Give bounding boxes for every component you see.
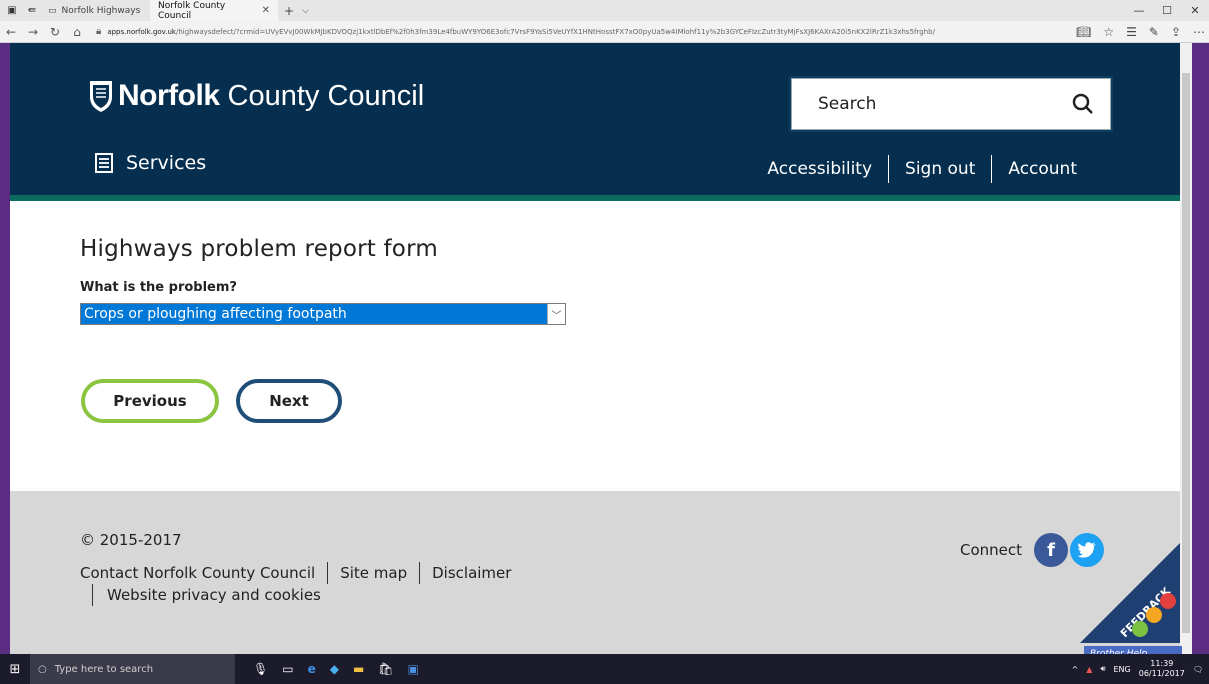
divider [419, 562, 421, 584]
volume-icon[interactable]: 🔊︎ [1100, 664, 1105, 674]
more-icon[interactable]: ⋯ [1193, 25, 1205, 39]
privacy-link[interactable]: Website privacy and cookies [107, 586, 321, 604]
reading-view-icon[interactable]: 📖︎ [1076, 25, 1091, 39]
header-accent-stripe [10, 195, 1180, 201]
sign-out-link[interactable]: Sign out [905, 159, 975, 179]
sad-face-icon[interactable] [1160, 593, 1176, 609]
account-link[interactable]: Account [1008, 159, 1077, 179]
page-viewport: Norfolk County Council Search Services A… [10, 43, 1180, 654]
connect-label: Connect [960, 541, 1023, 559]
people-icon[interactable]: ◆ [330, 662, 339, 676]
tab-manager-icon[interactable]: ▣ [4, 5, 20, 16]
close-window-button[interactable]: ✕ [1181, 0, 1209, 21]
neutral-face-icon[interactable] [1146, 607, 1162, 623]
url-path: /highwaysdefect/?crmid=UVyEVvJ00WkMJbKDV… [176, 27, 935, 36]
search-icon[interactable] [1072, 93, 1094, 115]
forward-button[interactable]: → [22, 25, 44, 39]
windows-start-icon[interactable]: ⊞ [0, 662, 30, 677]
network-icon[interactable]: ▲ [1086, 665, 1092, 674]
task-view-icon[interactable]: ▭ [282, 662, 293, 676]
site-map-link[interactable]: Site map [340, 564, 407, 582]
web-note-icon[interactable]: ✎ [1149, 25, 1159, 39]
cortana-circle-icon: ○ [38, 663, 47, 675]
search-placeholder: Search [818, 94, 877, 114]
windows-taskbar: ⊞ ○ Type here to search 🎙︎ ▭ e ◆ ▬ 🛍︎ ▣ … [0, 654, 1209, 684]
home-button[interactable]: ⌂ [66, 25, 88, 39]
chevron-down-icon[interactable]: ﹀ [547, 304, 565, 324]
lock-icon: 🔒︎ [96, 26, 102, 37]
browser-tab-bar: ▣ ⇚ ▭ Norfolk Highways Norfolk County Co… [0, 0, 1209, 21]
facebook-icon[interactable]: f [1034, 533, 1069, 567]
clock-time: 11:39 [1150, 659, 1174, 668]
divider [92, 584, 93, 606]
problem-select[interactable]: Crops or ploughing affecting footpath ﹀ [80, 303, 566, 325]
accessibility-link[interactable]: Accessibility [767, 159, 872, 179]
brand-name: Norfolk [118, 79, 220, 112]
previous-button[interactable]: Previous [81, 379, 219, 423]
site-footer: © 2015-2017 Contact Norfolk County Counc… [10, 491, 1180, 654]
copyright-text: © 2015-2017 [80, 531, 182, 549]
brand-suffix: County Council [227, 79, 425, 112]
page-scrollbar[interactable] [1180, 43, 1192, 654]
tray-chevron-icon[interactable]: ^ [1072, 665, 1079, 674]
tab-label: Norfolk County Council [158, 0, 226, 21]
edge-browser-icon[interactable]: e [308, 662, 316, 676]
next-button[interactable]: Next [236, 379, 342, 423]
site-search-input[interactable]: Search [791, 78, 1111, 130]
norfolk-crest-icon [90, 81, 112, 112]
favorites-hub-icon[interactable]: ☰ [1126, 25, 1137, 39]
problem-question-label: What is the problem? [80, 280, 237, 295]
language-indicator[interactable]: ENG [1113, 665, 1130, 674]
store-icon[interactable]: 🛍︎ [378, 662, 393, 676]
browser-toolbar-right: 📖︎ ☆ ☰ ✎ ⇪ ⋯ [1076, 21, 1205, 43]
divider [327, 562, 329, 584]
site-header: Norfolk County Council Search Services A… [10, 43, 1180, 199]
clock[interactable]: 11:39 06/11/2017 [1139, 659, 1185, 679]
disclaimer-link[interactable]: Disclaimer [432, 564, 511, 582]
services-label: Services [126, 152, 207, 174]
taskbar-search-placeholder: Type here to search [54, 663, 154, 675]
site-logo[interactable]: Norfolk County Council [88, 79, 424, 113]
services-menu[interactable]: Services [94, 152, 206, 174]
tab-norfolk-highways[interactable]: ▭ Norfolk Highways [40, 0, 150, 21]
url-host: apps.norfolk.gov.uk [107, 27, 176, 36]
divider [991, 155, 993, 183]
action-center-icon[interactable]: 🗨︎ [1193, 665, 1203, 674]
close-tab-icon[interactable]: ✕ [262, 5, 270, 16]
happy-face-icon[interactable] [1132, 621, 1148, 637]
feedback-widget[interactable]: FEEDBACK [1070, 543, 1180, 643]
services-menu-icon [95, 153, 113, 173]
page-title: Highways problem report form [80, 236, 438, 262]
minimize-button[interactable]: — [1125, 0, 1153, 21]
window-controls: — ☐ ✕ [1125, 0, 1209, 21]
taskbar-search-input[interactable]: ○ Type here to search [30, 654, 235, 684]
system-tray: ^ ▲ 🔊︎ ENG 11:39 06/11/2017 🗨︎ [1072, 654, 1209, 684]
address-bar-row: ← → ↻ ⌂ 🔒︎ apps.norfolk.gov.uk /highways… [0, 21, 1209, 43]
selected-option: Crops or ploughing affecting footpath [84, 306, 347, 322]
set-aside-tabs-icon[interactable]: ⇚ [24, 5, 40, 16]
refresh-button[interactable]: ↻ [44, 25, 66, 39]
share-icon[interactable]: ⇪ [1171, 25, 1181, 39]
tab-label: Norfolk Highways [61, 5, 141, 16]
maximize-button[interactable]: ☐ [1153, 0, 1181, 21]
tab-norfolk-county-council[interactable]: Norfolk County Council ✕ [150, 0, 278, 21]
contact-link[interactable]: Contact Norfolk County Council [80, 564, 315, 582]
tab-preview-chevron-icon[interactable]: ⌵ [302, 6, 309, 16]
address-input[interactable]: 🔒︎ apps.norfolk.gov.uk /highwaysdefect/?… [96, 23, 996, 41]
divider [888, 155, 890, 183]
scrollbar-thumb[interactable] [1182, 73, 1190, 633]
new-tab-button[interactable]: + [284, 4, 294, 18]
footer-links: Contact Norfolk County Council Site map … [80, 562, 511, 584]
microphone-icon[interactable]: 🎙︎ [253, 662, 268, 676]
utility-links: Accessibility Sign out Account [767, 155, 1077, 183]
clock-date: 06/11/2017 [1138, 669, 1185, 678]
file-explorer-icon[interactable]: ▬ [353, 662, 364, 676]
page-icon: ▭ [48, 5, 57, 16]
app-icon[interactable]: ▣ [408, 662, 419, 676]
back-button[interactable]: ← [0, 25, 22, 39]
form-content: Highways problem report form What is the… [80, 236, 566, 325]
taskbar-apps: 🎙︎ ▭ e ◆ ▬ 🛍︎ ▣ [253, 662, 419, 676]
favorite-star-icon[interactable]: ☆ [1103, 25, 1114, 39]
footer-links-row-2: Website privacy and cookies [92, 584, 321, 606]
